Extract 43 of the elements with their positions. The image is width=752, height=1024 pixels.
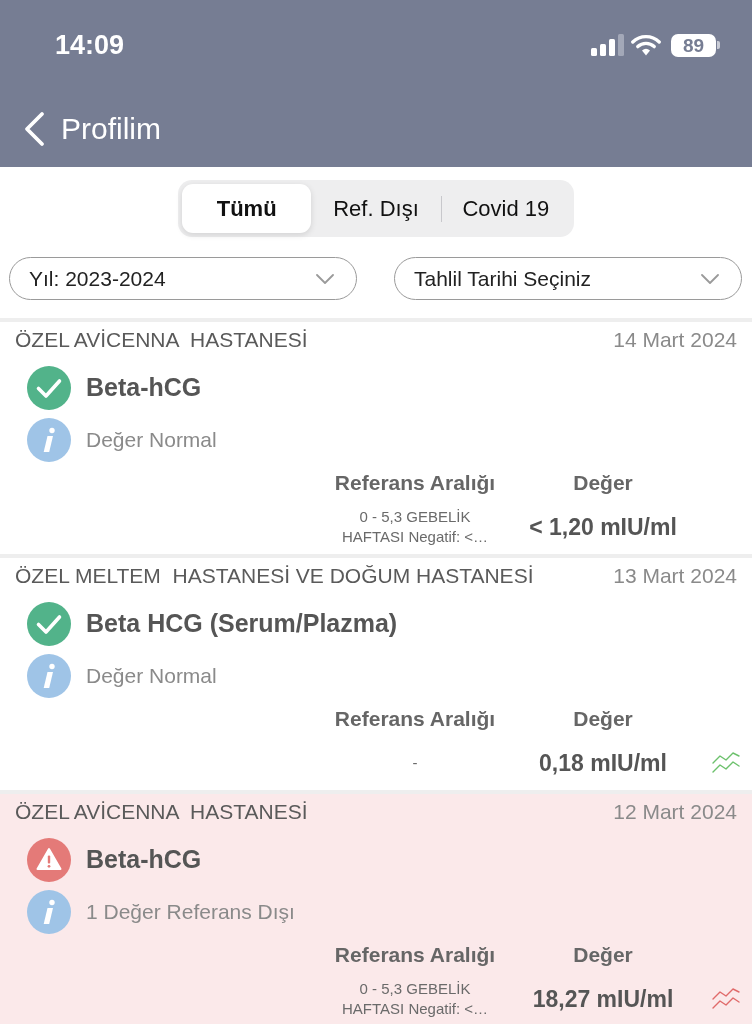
reference-range-value: 0 - 5,3 GEBELİK HAFTASI Negatif: <… [341,979,489,1019]
reference-range-value: 0 - 5,3 GEBELİK HAFTASI Negatif: <… [341,507,489,547]
info-icon [27,890,71,934]
result-value: 18,27 mIU/ml [532,984,674,1014]
value-heading: Değer [573,470,633,497]
hospital-name: ÖZEL AVİCENNA HASTANESİ [15,799,308,826]
hospital-name: ÖZEL MELTEM HASTANESİ VE DOĞUM HASTANESİ [15,563,534,590]
reference-range-heading: Referans Aralığı [334,470,496,497]
battery-indicator: 89 [671,33,720,57]
value-heading: Değer [573,706,633,733]
result-value: < 1,20 mIU/ml [529,512,677,542]
trend-chart-icon[interactable] [712,751,740,775]
result-note: Değer Normal [86,663,217,690]
status-time: 14:09 [55,28,125,62]
reference-range-heading: Referans Aralığı [334,706,496,733]
result-card[interactable]: ÖZEL AVİCENNA HASTANESİ 12 Mart 2024 Beta-hCG 1 Değer Referans Dışı Referans Aralığı Değer 0 - 5,3 GEBELİK HAFTASI Negatif: <… 18,27 mIU/ml [0,794,752,1024]
hospital-name: ÖZEL AVİCENNA HASTANESİ [15,327,308,354]
info-icon [27,654,71,698]
test-name: Beta HCG (Serum/Plazma) [86,608,398,640]
chevron-left-icon [22,110,46,147]
test-name: Beta-hCG [86,844,202,876]
result-note: Değer Normal [86,427,217,454]
chevron-down-icon [316,273,334,284]
info-icon [27,418,71,462]
result-value: 0,18 mIU/ml [539,748,667,778]
trend-chart-icon[interactable] [712,987,740,1011]
result-card[interactable]: ÖZEL AVİCENNA HASTANESİ 14 Mart 2024 Beta-hCG Değer Normal Referans Aralığı Değer 0 - 5,3 GEBELİK HAFTASI Negatif: <… < 1,20 mIU/ml [0,322,752,554]
result-date: 12 Mart 2024 [613,799,737,826]
wifi-icon [631,34,661,56]
filter-tab[interactable]: Covid 19 [441,184,570,233]
result-note: 1 Değer Referans Dışı [86,899,295,926]
signal-icon [591,34,624,56]
filter-tab[interactable]: Ref. Dışı [311,184,441,233]
reference-range-heading: Referans Aralığı [334,942,496,969]
reference-range-value: - [411,753,419,773]
result-card[interactable]: ÖZEL MELTEM HASTANESİ VE DOĞUM HASTANESİ 13 Mart 2024 Beta HCG (Serum/Plazma) Değer Normal Referans Aralığı Değer - 0,18 mIU/ml [0,558,752,790]
value-heading: Değer [573,942,633,969]
chevron-down-icon [701,273,719,284]
test-name: Beta-hCG [86,372,202,404]
filter-tab[interactable]: Tümü [182,184,312,233]
result-date: 13 Mart 2024 [613,563,737,590]
back-button[interactable]: Profilim [22,106,161,151]
result-date: 14 Mart 2024 [613,327,737,354]
